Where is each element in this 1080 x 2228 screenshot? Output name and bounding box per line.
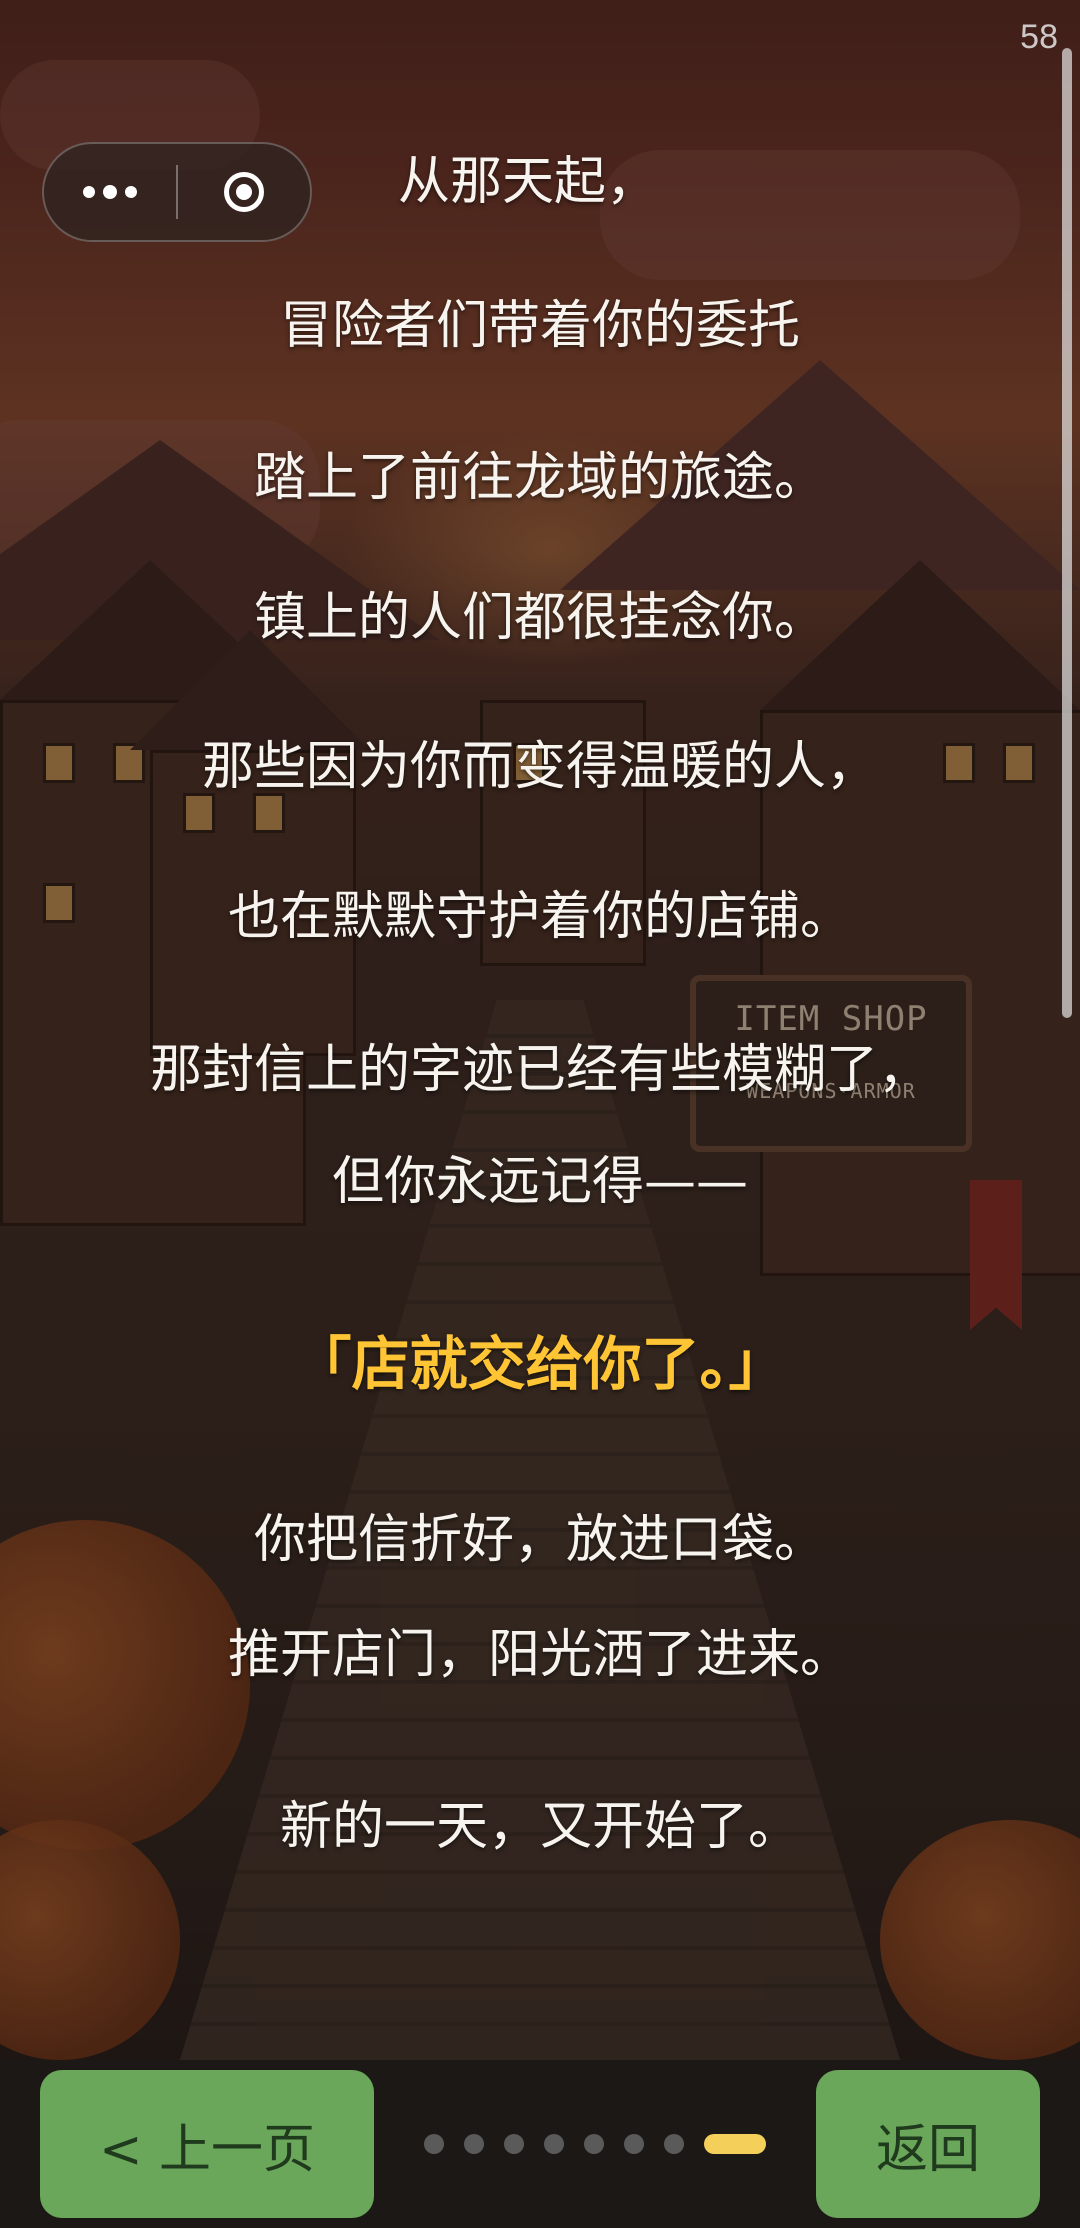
page-dot (664, 2134, 684, 2154)
prev-page-button[interactable]: < 上一页 (40, 2070, 374, 2218)
story-line: 但你永远记得—— (331, 1152, 748, 1212)
story-line: 你把信折好，放进口袋。 (253, 1510, 826, 1570)
story-line: 推开店门，阳光洒了进来。 (227, 1625, 852, 1685)
story-highlight-quote: 「店就交给你了。」 (293, 1330, 787, 1398)
page-indicator (424, 2134, 766, 2154)
page-dot (544, 2134, 564, 2154)
page-dot (464, 2134, 484, 2154)
page-dot (624, 2134, 644, 2154)
story-line: 新的一天，又开始了。 (279, 1797, 800, 1857)
status-number: 58 (1020, 18, 1058, 56)
page-dot (424, 2134, 444, 2154)
page-dot (584, 2134, 604, 2154)
story-line: 踏上了前往龙域的旅途。 (253, 448, 826, 508)
story-line: 冒险者们带着你的委托 (279, 296, 800, 356)
story-line: 镇上的人们都很挂念你。 (253, 588, 826, 648)
page-dot (504, 2134, 524, 2154)
bottom-nav-bar: < 上一页 返回 (0, 2060, 1080, 2228)
story-line: 也在默默守护着你的店铺。 (227, 887, 852, 947)
page-dot-active (704, 2134, 766, 2154)
story-line: 那些因为你而变得温暖的人， (201, 737, 878, 797)
back-button[interactable]: 返回 (816, 2070, 1040, 2218)
story-line: 从那天起， (397, 152, 658, 212)
story-line: 那封信上的字迹已经有些模糊了， (149, 1040, 930, 1100)
